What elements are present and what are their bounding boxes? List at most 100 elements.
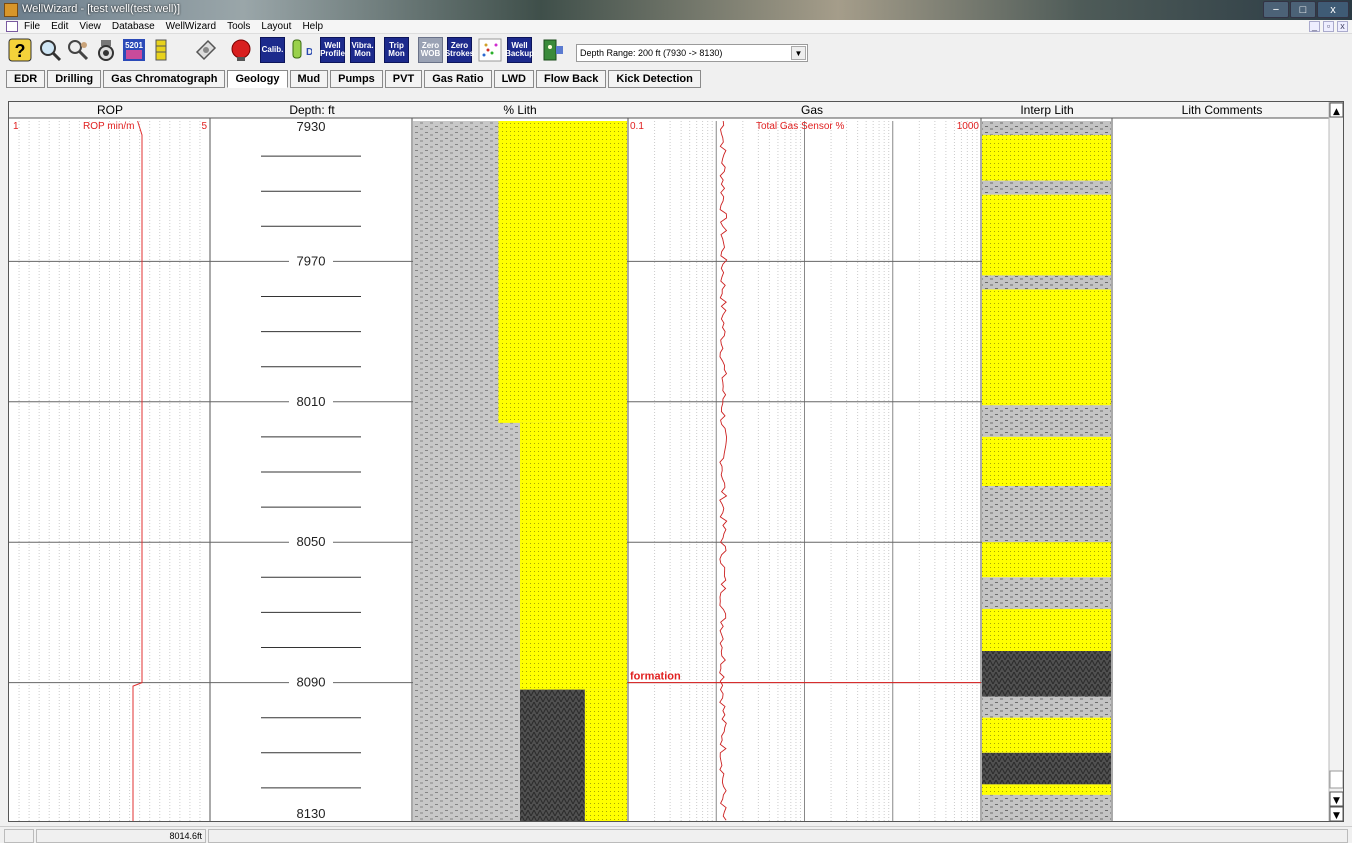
depth-label: 7930 bbox=[297, 119, 326, 134]
mdi-minimize-button[interactable]: _ bbox=[1309, 21, 1320, 32]
menu-bar: File Edit View Database WellWizard Tools… bbox=[0, 20, 1352, 34]
tab-gas-chromatograph[interactable]: Gas Chromatograph bbox=[103, 70, 226, 88]
exit-icon[interactable] bbox=[540, 37, 565, 63]
maximize-button[interactable]: □ bbox=[1290, 1, 1316, 18]
status-bar: 8014.6ft bbox=[0, 826, 1352, 843]
alarm-icon[interactable] bbox=[228, 37, 253, 63]
interp-lith-interval bbox=[982, 436, 1111, 487]
toolbar: ? 5201 Calib. D Well Profile Vibra. Mon … bbox=[0, 36, 1352, 66]
well-backup-button[interactable]: Well Backup bbox=[505, 37, 534, 63]
search-person-icon[interactable] bbox=[65, 37, 90, 63]
interp-lith-interval bbox=[982, 651, 1111, 697]
menu-file[interactable]: File bbox=[24, 20, 40, 33]
zero-wob-button[interactable]: Zero WOB bbox=[418, 37, 443, 63]
interp-lith-interval bbox=[982, 135, 1111, 181]
lith-column-header: % Lith bbox=[503, 103, 536, 117]
interp-lith-interval bbox=[982, 486, 1111, 543]
tool-icon[interactable] bbox=[193, 37, 218, 63]
zoom-icon[interactable] bbox=[37, 37, 62, 63]
lith-sand-interval bbox=[498, 121, 627, 423]
svg-text:?: ? bbox=[14, 41, 25, 61]
interp-lith-interval bbox=[982, 717, 1111, 753]
tab-gas-ratio[interactable]: Gas Ratio bbox=[424, 70, 492, 88]
menu-tools[interactable]: Tools bbox=[227, 20, 250, 33]
mdi-close-button[interactable]: x bbox=[1337, 21, 1348, 32]
scroll-end-icon: ▼ bbox=[1333, 811, 1340, 821]
geology-log[interactable]: ROP Depth: ft % Lith Gas Interp Lith Lit… bbox=[8, 101, 1344, 822]
tab-drilling[interactable]: Drilling bbox=[47, 70, 102, 88]
tab-mud[interactable]: Mud bbox=[289, 70, 329, 88]
status-pane-1 bbox=[4, 829, 34, 843]
depth-label: 8050 bbox=[297, 534, 326, 549]
interp-lith-interval bbox=[982, 542, 1111, 578]
tab-pumps[interactable]: Pumps bbox=[330, 70, 383, 88]
lith-comments-column-header: Lith Comments bbox=[1182, 103, 1263, 117]
chevron-down-icon[interactable]: ▼ bbox=[791, 46, 806, 60]
log-canvas: ROP Depth: ft % Lith Gas Interp Lith Lit… bbox=[9, 102, 1344, 822]
tab-flow-back[interactable]: Flow Back bbox=[536, 70, 607, 88]
vibration-monitor-button[interactable]: Vibra. Mon bbox=[350, 37, 375, 63]
svg-text:5201: 5201 bbox=[125, 41, 143, 50]
trip-monitor-button[interactable]: Trip Mon bbox=[384, 37, 409, 63]
help-icon[interactable]: ? bbox=[7, 37, 32, 63]
mdi-restore-button[interactable]: ▫ bbox=[1323, 21, 1334, 32]
menu-help[interactable]: Help bbox=[302, 20, 323, 33]
menu-edit[interactable]: Edit bbox=[51, 20, 68, 33]
document-icon bbox=[6, 21, 18, 32]
tab-edr[interactable]: EDR bbox=[6, 70, 46, 88]
gas-column-header: Gas bbox=[801, 103, 823, 117]
depth-label: 8130 bbox=[297, 806, 326, 821]
scatter-icon[interactable] bbox=[477, 37, 502, 63]
rop-curve bbox=[132, 120, 143, 821]
interp-lith-interval bbox=[982, 794, 1111, 821]
menu-database[interactable]: Database bbox=[112, 20, 155, 33]
depth-column-header: Depth: ft bbox=[289, 103, 335, 117]
scroll-up-icon: ▲ bbox=[1333, 107, 1340, 117]
total-gas-curve bbox=[719, 120, 728, 821]
menu-wellwizard[interactable]: WellWizard bbox=[166, 20, 216, 33]
depth-label: 8090 bbox=[297, 675, 326, 690]
window-title: WellWizard - [test well(test well)] bbox=[22, 3, 181, 15]
interp-lith-interval bbox=[982, 275, 1111, 290]
gas-scale-max: 1000 bbox=[957, 121, 980, 132]
database-icon[interactable]: 5201 bbox=[121, 37, 146, 63]
rop-scale-min: 1 bbox=[13, 121, 19, 132]
tab-kick-detection[interactable]: Kick Detection bbox=[608, 70, 701, 88]
lith-dark-interval bbox=[520, 689, 585, 821]
depth-range-select[interactable]: Depth Range: 200 ft (7930 -> 8130) ▼ bbox=[576, 44, 808, 62]
gas-scale-label: Total Gas Sensor % bbox=[756, 121, 844, 132]
interp-lith-interval bbox=[982, 696, 1111, 718]
menu-items: File Edit View Database WellWizard Tools… bbox=[24, 20, 323, 33]
tab-geology[interactable]: Geology bbox=[227, 70, 288, 88]
interp-lith-interval bbox=[982, 289, 1111, 406]
interp-lith-interval bbox=[982, 608, 1111, 652]
title-bar: WellWizard - [test well(test well)] − □ … bbox=[0, 0, 1352, 20]
interp-lith-interval bbox=[982, 405, 1111, 437]
status-pane-3 bbox=[208, 829, 1348, 843]
interp-lith-interval bbox=[982, 784, 1111, 795]
interp-lith-interval bbox=[982, 577, 1111, 609]
interp-lith-interval bbox=[982, 121, 1111, 136]
minimize-button[interactable]: − bbox=[1263, 1, 1289, 18]
rop-scale-max: 5 bbox=[201, 121, 207, 132]
depth-label: 7970 bbox=[297, 253, 326, 268]
tab-lwd[interactable]: LWD bbox=[493, 70, 535, 88]
sensor-icon[interactable] bbox=[149, 37, 174, 63]
tab-pvt[interactable]: PVT bbox=[384, 70, 423, 88]
scroll-thumb[interactable] bbox=[1329, 770, 1343, 789]
svg-text:D: D bbox=[306, 47, 312, 58]
close-button[interactable]: x bbox=[1317, 1, 1349, 18]
probe-icon[interactable] bbox=[93, 37, 118, 63]
tab-bar: EDR Drilling Gas Chromatograph Geology M… bbox=[6, 70, 701, 88]
menu-layout[interactable]: Layout bbox=[261, 20, 291, 33]
depth-label: 8010 bbox=[297, 394, 326, 409]
interp-lith-interval bbox=[982, 180, 1111, 195]
well-profile-button[interactable]: Well Profile bbox=[320, 37, 345, 63]
menu-view[interactable]: View bbox=[79, 20, 101, 33]
flask-icon[interactable]: D bbox=[287, 37, 312, 63]
app-icon bbox=[4, 3, 18, 17]
calib-button[interactable]: Calib. bbox=[260, 37, 285, 63]
zero-strokes-button[interactable]: Zero Strokes bbox=[445, 37, 474, 63]
column-headers: ROP Depth: ft % Lith Gas Interp Lith Lit… bbox=[9, 102, 1343, 119]
vertical-scrollbar[interactable]: ▲ ▼ ▼ bbox=[1328, 102, 1344, 822]
